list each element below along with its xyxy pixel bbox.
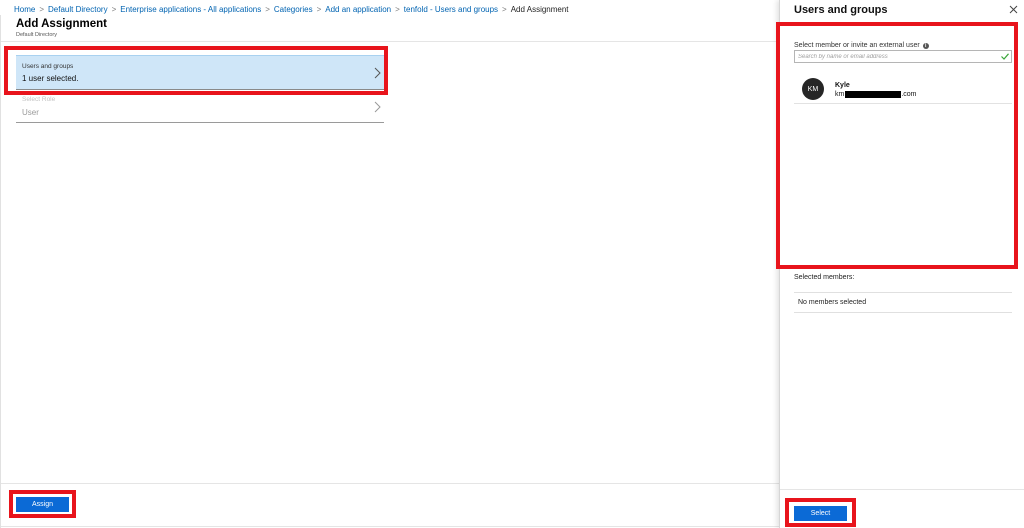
page-title: Add Assignment <box>16 18 107 30</box>
breadcrumb-enterprise-applications[interactable]: Enterprise applications - All applicatio… <box>120 5 261 14</box>
no-members-text: No members selected <box>798 299 867 306</box>
selected-members-label: Selected members: <box>794 274 855 281</box>
panel-footer-divider <box>780 489 1024 490</box>
header-divider <box>1 41 780 42</box>
footer-divider <box>1 483 780 484</box>
breadcrumb-separator: > <box>111 4 117 14</box>
select-role-label: Select Role <box>22 96 56 103</box>
breadcrumb-default-directory[interactable]: Default Directory <box>48 5 108 14</box>
breadcrumb-tenfold-users-groups[interactable]: tenfold - Users and groups <box>404 5 498 14</box>
breadcrumb-home[interactable]: Home <box>14 5 35 14</box>
result-email-suffix: .com <box>901 91 917 98</box>
result-email: km .com <box>835 91 917 98</box>
breadcrumb-current: Add Assignment <box>510 4 569 14</box>
bottom-divider <box>1 526 780 527</box>
select-button[interactable]: Select <box>794 506 847 521</box>
assign-button[interactable]: Assign <box>16 497 69 512</box>
select-role-value: User <box>22 108 39 117</box>
users-and-groups-panel: Users and groups Select member or invite… <box>779 0 1024 528</box>
result-email-prefix: km <box>835 91 845 98</box>
chevron-right-icon <box>374 101 381 113</box>
check-icon <box>1001 53 1009 60</box>
search-box <box>794 50 1012 63</box>
breadcrumb-separator: > <box>395 4 400 14</box>
search-result-row[interactable]: KM Kyle km .com <box>794 74 1012 104</box>
azure-portal-page: Home > Default Directory > Enterprise ap… <box>0 0 1024 528</box>
breadcrumb-add-application[interactable]: Add an application <box>325 5 391 14</box>
breadcrumb-categories[interactable]: Categories <box>274 5 313 14</box>
search-label-text: Select member or invite an external user <box>794 42 920 49</box>
breadcrumb-separator: > <box>39 4 45 14</box>
info-icon[interactable]: i <box>922 42 929 49</box>
users-and-groups-value: 1 user selected. <box>22 74 79 83</box>
result-name: Kyle <box>835 82 850 89</box>
chevron-right-icon <box>374 67 381 79</box>
users-and-groups-selector[interactable]: Users and groups 1 user selected. <box>16 55 384 90</box>
breadcrumb: Home > Default Directory > Enterprise ap… <box>14 3 569 15</box>
breadcrumb-separator: > <box>265 4 270 14</box>
users-and-groups-label: Users and groups <box>22 63 74 70</box>
breadcrumb-separator: > <box>316 4 322 14</box>
redaction-bar <box>844 91 901 98</box>
close-icon[interactable] <box>1009 5 1018 14</box>
avatar: KM <box>802 78 824 100</box>
selected-members-divider <box>794 312 1012 313</box>
search-input[interactable] <box>795 51 995 62</box>
panel-title: Users and groups <box>794 4 888 16</box>
selected-members-divider <box>794 292 1012 293</box>
breadcrumb-separator: > <box>502 4 507 14</box>
add-assignment-blade: Add Assignment Default Directory Users a… <box>0 15 780 528</box>
select-role-selector[interactable]: Select Role User <box>16 95 384 123</box>
page-subtitle: Default Directory <box>16 32 57 38</box>
search-label: Select member or invite an external user… <box>794 42 929 49</box>
